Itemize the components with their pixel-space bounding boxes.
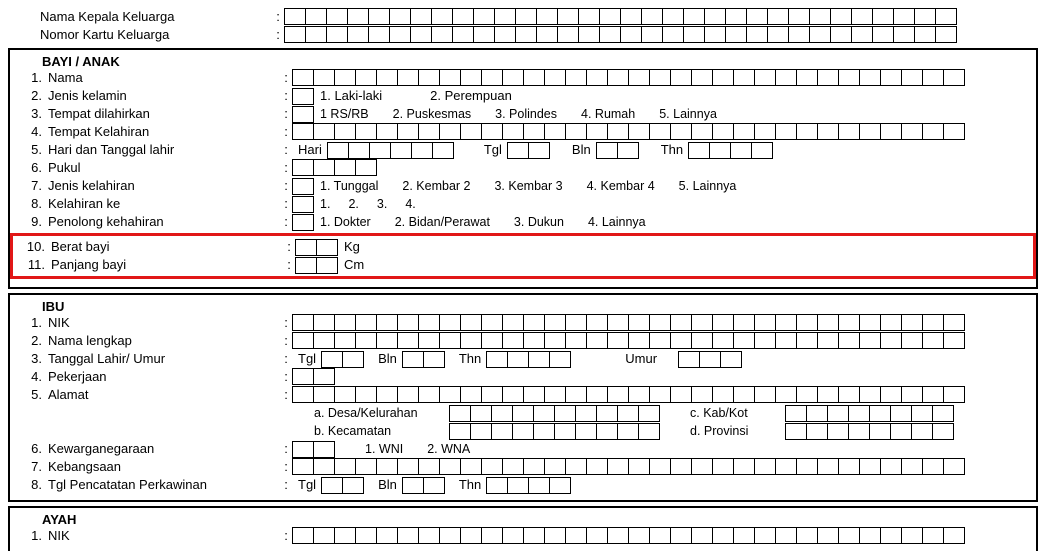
cells-ibu-alamat[interactable] <box>292 386 1030 403</box>
row-panjang-bayi: 11. Panjang bayi : Cm <box>19 256 1027 274</box>
cells-ayah-nik[interactable] <box>292 527 1030 544</box>
row-kk-name: Nama Kepala Keluarga : <box>8 8 1038 26</box>
cells-tempat-kelahiran[interactable] <box>292 123 1030 140</box>
section-bayi-anak: BAYI / ANAK 1. Nama : 2. Jenis kelamin :… <box>8 48 1038 289</box>
row-ibu-kebangsaan: 7. Kebangsaan : <box>16 458 1030 476</box>
section-ibu: IBU 1. NIK : 2. Nama lengkap : 3. Tangga… <box>8 293 1038 502</box>
cell-jenis-kelamin[interactable] <box>292 88 314 105</box>
row-ibu-alamat-b: b. Kecamatan d. Provinsi <box>16 422 1030 440</box>
label-kk-name: Nama Kepala Keluarga <box>40 8 272 26</box>
highlight-berat-panjang: 10. Berat bayi : Kg 11. Panjang bayi : C… <box>10 233 1036 279</box>
row-bayi-jenis-kelamin: 2. Jenis kelamin : 1. Laki-laki 2. Perem… <box>16 87 1030 105</box>
row-ibu-alamat-a: a. Desa/Kelurahan c. Kab/Kot <box>16 404 1030 422</box>
cells-ibu-kebangsaan[interactable] <box>292 458 1030 475</box>
row-ibu-tgl-perkawinan: 8. Tgl Pencatatan Perkawinan : Tgl Bln T… <box>16 476 1030 494</box>
section-ayah: AYAH 1. NIK : <box>8 506 1038 551</box>
row-bayi-tempat-dilahirkan: 3. Tempat dilahirkan : 1 RS/RB 2. Puskes… <box>16 105 1030 123</box>
row-ibu-kewarganegaraan: 6. Kewarganegaraan : 1. WNI 2. WNA <box>16 440 1030 458</box>
cells-ibu-nama[interactable] <box>292 332 1030 349</box>
label-kk-number: Nomor Kartu Keluarga <box>40 26 272 44</box>
cell-penolong[interactable] <box>292 214 314 231</box>
cell-kelahiran-ke[interactable] <box>292 196 314 213</box>
row-berat-bayi: 10. Berat bayi : Kg <box>19 238 1027 256</box>
cells-ibu-nik[interactable] <box>292 314 1030 331</box>
row-bayi-jenis-kelahiran: 7. Jenis kelahiran : 1. Tunggal 2. Kemba… <box>16 177 1030 195</box>
row-bayi-tempat-kelahiran: 4. Tempat Kelahiran : <box>16 123 1030 141</box>
heading-ayah: AYAH <box>16 512 1030 527</box>
row-ibu-pekerjaan: 4. Pekerjaan : <box>16 368 1030 386</box>
row-bayi-kelahiran-ke: 8. Kelahiran ke : 1. 2. 3. 4. <box>16 195 1030 213</box>
row-bayi-nama: 1. Nama : <box>16 69 1030 87</box>
row-ibu-alamat: 5. Alamat : <box>16 386 1030 404</box>
row-kk-number: Nomor Kartu Keluarga : <box>8 26 1038 44</box>
row-bayi-pukul: 6. Pukul : <box>16 159 1030 177</box>
cells-pukul[interactable] <box>292 159 1030 176</box>
cells-kk-name[interactable] <box>284 8 1038 25</box>
cells-bayi-nama[interactable] <box>292 69 1030 86</box>
row-ibu-nama: 2. Nama lengkap : <box>16 332 1030 350</box>
row-ibu-nik: 1. NIK : <box>16 314 1030 332</box>
cell-jenis-kelahiran[interactable] <box>292 178 314 195</box>
row-bayi-tanggal-lahir: 5. Hari dan Tanggal lahir : Hari Tgl Bln… <box>16 141 1030 159</box>
row-bayi-penolong: 9. Penolong kehahiran : 1. Dokter 2. Bid… <box>16 213 1030 231</box>
cells-ibu-pekerjaan[interactable] <box>292 368 1030 385</box>
row-ibu-tgl-lahir: 3. Tanggal Lahir/ Umur : Tgl Bln Thn Umu… <box>16 350 1030 368</box>
row-ayah-nik: 1. NIK : <box>16 527 1030 545</box>
cells-kk-number[interactable] <box>284 26 1038 43</box>
heading-bayi: BAYI / ANAK <box>16 54 1030 69</box>
cell-tempat-dilahirkan[interactable] <box>292 106 314 123</box>
heading-ibu: IBU <box>16 299 1030 314</box>
